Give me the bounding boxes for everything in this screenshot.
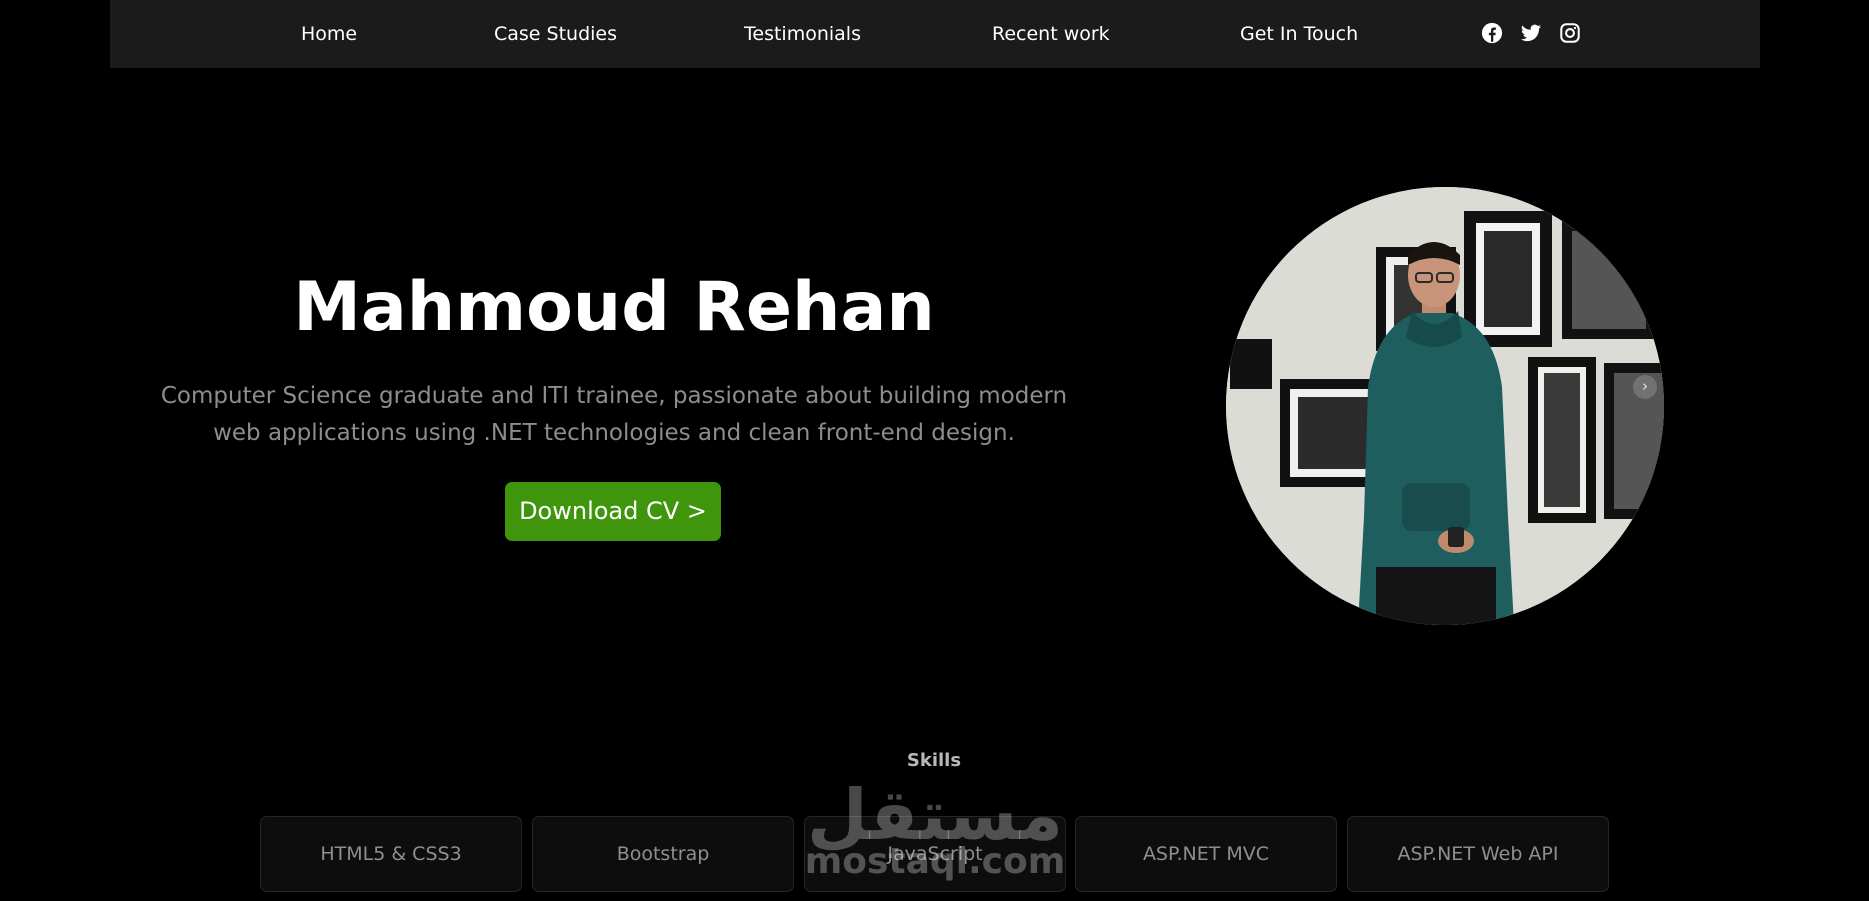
skills-heading: Skills (906, 750, 962, 771)
nav-link-recent-work[interactable]: Recent work (992, 22, 1110, 46)
skill-card-aspnet-mvc: ASP.NET MVC (1075, 816, 1337, 892)
skill-card-javascript: JavaScript (804, 816, 1066, 892)
download-cv-button[interactable]: Download CV > (505, 482, 721, 541)
hero-name: Mahmoud Rehan (293, 268, 935, 347)
twitter-icon[interactable] (1520, 22, 1542, 44)
hero-description: Computer Science graduate and ITI traine… (160, 383, 1068, 446)
top-navbar: Home Case Studies Testimonials Recent wo… (110, 0, 1760, 68)
facebook-icon[interactable] (1481, 22, 1503, 44)
skill-card-html-css: HTML5 & CSS3 (260, 816, 522, 892)
skill-card-aspnet-web-api: ASP.NET Web API (1347, 816, 1609, 892)
nav-link-get-in-touch[interactable]: Get In Touch (1240, 22, 1358, 46)
nav-link-case-studies[interactable]: Case Studies (494, 22, 617, 46)
skill-card-bootstrap: Bootstrap (532, 816, 794, 892)
instagram-icon[interactable] (1559, 22, 1581, 44)
nav-link-home[interactable]: Home (301, 22, 357, 46)
nav-link-testimonials[interactable]: Testimonials (744, 22, 861, 46)
carousel-next-button[interactable]: › (1633, 375, 1657, 399)
profile-photo (1226, 187, 1664, 625)
